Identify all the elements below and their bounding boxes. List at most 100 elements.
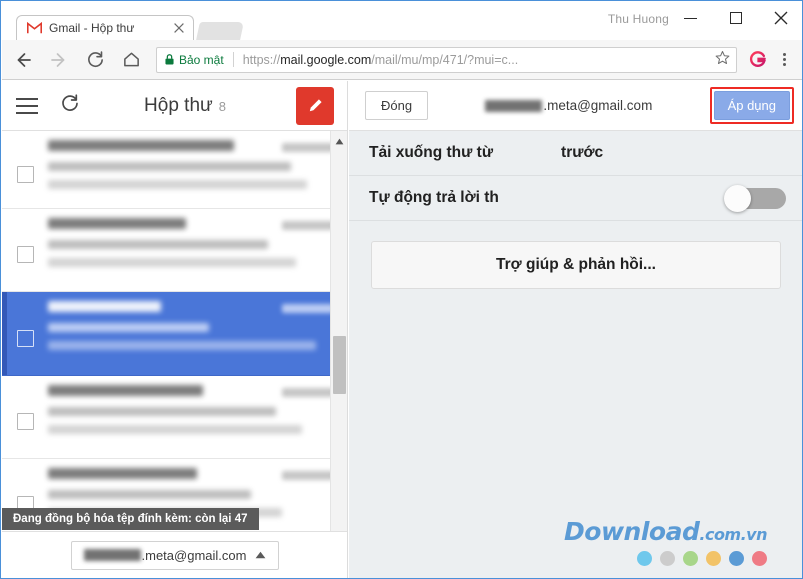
table-row[interactable] — [2, 292, 347, 376]
watermark-name: Download — [564, 517, 700, 546]
row-checkbox-cell[interactable] — [2, 140, 48, 208]
subject-blur — [48, 323, 209, 332]
home-button[interactable] — [116, 45, 146, 75]
back-arrow-icon — [17, 52, 31, 67]
caret-up-icon — [255, 546, 266, 564]
secure-label: Bảo mật — [179, 52, 224, 67]
padlock-icon — [165, 54, 174, 65]
sender-blur — [48, 468, 198, 479]
compose-button[interactable] — [296, 86, 334, 125]
subject-blur — [48, 490, 252, 499]
date-blur — [282, 304, 334, 313]
watermark: Download.com.vn — [564, 519, 767, 566]
setting-label-download-ago: trước — [561, 144, 604, 161]
sender-blur — [48, 385, 204, 396]
sender-blur — [48, 140, 235, 151]
pencil-compose-icon — [309, 99, 322, 112]
apply-button[interactable]: Áp dụng — [713, 91, 790, 120]
tab-strip: Gmail - Hộp thư — [2, 15, 802, 40]
bookmark-star-button[interactable] — [715, 50, 730, 70]
scrollbar-thumb[interactable] — [333, 336, 346, 394]
sender-blur — [48, 301, 161, 312]
unread-count-badge: 8 — [218, 98, 226, 114]
new-tab-button[interactable] — [196, 22, 244, 40]
row-checkbox-cell[interactable] — [2, 385, 48, 458]
date-blur — [282, 388, 334, 397]
star-icon — [715, 50, 730, 64]
setting-label-auto-reply: Tự động trả lời th — [369, 189, 499, 206]
row-checkbox[interactable] — [16, 413, 34, 430]
mail-list-pane: Hộp thư 8 Đang đồng bộ hóa tệp đính kèm:… — [2, 81, 348, 578]
page-title: Hộp thư 8 — [74, 95, 296, 117]
date-blur — [282, 221, 334, 230]
toggle-knob — [724, 185, 751, 212]
home-icon — [123, 52, 139, 67]
forward-button[interactable] — [44, 45, 74, 75]
account-name-blur — [485, 100, 543, 113]
setting-row-auto-reply: Tự động trả lời th — [349, 176, 802, 221]
row-checkbox[interactable] — [16, 246, 34, 263]
watermark-dot — [660, 551, 675, 566]
account-email-suffix: .meta@gmail.com — [141, 547, 247, 563]
forward-arrow-icon — [51, 52, 65, 67]
snippet-blur — [48, 341, 316, 350]
snippet-blur — [48, 425, 302, 434]
row-checkbox-cell[interactable] — [2, 218, 48, 291]
gmail-toolbar: Hộp thư 8 — [2, 81, 347, 131]
watermark-suffix: .com.vn — [699, 525, 767, 544]
account-switcher-button[interactable]: .meta@gmail.com — [70, 540, 280, 570]
three-dot-menu-icon[interactable] — [771, 47, 797, 73]
status-message: Đang đồng bộ hóa tệp đính kèm: còn lại 4… — [13, 513, 248, 525]
table-row[interactable] — [2, 209, 347, 292]
watermark-text: Download.com.vn — [564, 519, 767, 544]
hamburger-menu-icon[interactable] — [16, 97, 38, 114]
auto-reply-toggle[interactable] — [724, 185, 786, 212]
back-button[interactable] — [8, 45, 38, 75]
row-checkbox[interactable] — [16, 165, 34, 183]
url-host: mail.google.com — [280, 52, 372, 67]
mail-list-scrollbar[interactable] — [330, 131, 347, 578]
tab-close-icon[interactable] — [171, 20, 187, 36]
table-row[interactable] — [2, 131, 347, 209]
navigation-bar: Bảo mật https://mail.google.com/mail/mu/… — [2, 40, 802, 80]
subject-blur — [48, 407, 277, 416]
account-bar-container: .meta@gmail.com — [2, 531, 347, 578]
url-path: /mail/mu/mp/471/?mui=c... — [371, 52, 519, 67]
settings-account-email: .meta@gmail.com — [428, 98, 709, 113]
close-settings-button[interactable]: Đóng — [365, 91, 429, 120]
row-checkbox[interactable] — [16, 329, 34, 347]
watermark-dot — [752, 551, 767, 566]
snippet-blur — [48, 258, 297, 267]
account-name-blur — [83, 549, 141, 561]
table-row[interactable] — [2, 376, 347, 459]
apply-button-highlight: Áp dụng — [709, 87, 794, 124]
help-button-container: Trợ giúp & phản hồi... — [349, 221, 802, 289]
status-toast: Đang đồng bộ hóa tệp đính kèm: còn lại 4… — [2, 508, 259, 530]
omnibox-divider — [232, 52, 234, 67]
reload-icon — [87, 51, 103, 68]
snippet-blur — [48, 180, 308, 189]
settings-account-suffix: .meta@gmail.com — [543, 98, 653, 113]
help-feedback-button[interactable]: Trợ giúp & phản hồi... — [371, 241, 781, 289]
sender-blur — [48, 218, 187, 229]
scroll-up-arrow-icon[interactable] — [331, 133, 347, 150]
watermark-dots — [564, 551, 767, 566]
setting-label-download-from: Tải xuống thư từ — [369, 144, 494, 161]
opera-g-extension-icon[interactable] — [745, 47, 771, 73]
inbox-title-text: Hộp thư — [144, 94, 213, 116]
watermark-dot — [683, 551, 698, 566]
address-bar[interactable]: Bảo mật https://mail.google.com/mail/mu/… — [156, 46, 737, 73]
date-blur — [282, 471, 334, 480]
reload-button[interactable] — [80, 45, 110, 75]
row-checkbox-cell[interactable] — [2, 301, 48, 375]
page-content: Hộp thư 8 Đang đồng bộ hóa tệp đính kèm:… — [2, 81, 802, 578]
settings-pane: Đóng .meta@gmail.com Áp dụng Tải xuống t… — [349, 81, 802, 578]
setting-row-download-period: Tải xuống thư từ trước — [349, 131, 802, 176]
settings-toolbar: Đóng .meta@gmail.com Áp dụng — [349, 81, 802, 131]
gmail-m-icon — [27, 22, 42, 34]
tab-title: Gmail - Hộp thư — [49, 21, 135, 35]
browser-window: Thu Huong Gmail - Hộp thư Bảo mật https:… — [0, 0, 803, 579]
browser-tab-gmail[interactable]: Gmail - Hộp thư — [16, 15, 194, 40]
watermark-dot — [706, 551, 721, 566]
url-scheme: https:// — [242, 52, 281, 67]
